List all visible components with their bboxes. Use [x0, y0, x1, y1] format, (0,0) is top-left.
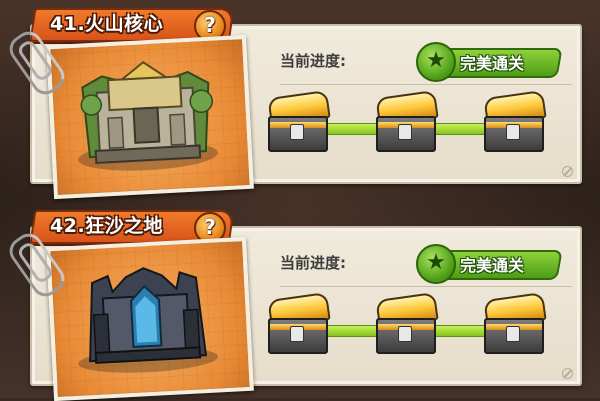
star-icon: ★	[416, 42, 456, 82]
badge-text: 完美通关	[460, 256, 525, 275]
level-card-42[interactable]: 42.狂沙之地 ? 当前进度: ★ 完美通关	[4, 210, 582, 401]
no-entry-icon	[562, 368, 573, 379]
reward-chest-1[interactable]	[266, 291, 331, 354]
star-icon: ★	[416, 244, 456, 284]
dark-fortress-icon	[78, 267, 219, 373]
reward-chest-1[interactable]	[266, 89, 331, 152]
reward-chest-2[interactable]	[374, 89, 439, 152]
no-entry-icon	[562, 166, 573, 177]
jungle-temple-icon	[78, 61, 218, 171]
divider	[280, 286, 572, 287]
progress-label: 当前进度:	[280, 254, 346, 272]
divider	[280, 84, 572, 85]
perfect-clear-badge: ★ 完美通关	[416, 42, 563, 82]
level-title: 41.火山核心	[50, 13, 164, 35]
level-title: 42.狂沙之地	[50, 215, 164, 237]
reward-chest-2[interactable]	[374, 291, 439, 354]
level-thumbnail[interactable]	[46, 236, 254, 401]
progress-label: 当前进度:	[280, 52, 346, 70]
badge-text: 完美通关	[460, 54, 525, 73]
reward-chest-3[interactable]	[482, 89, 547, 152]
level-thumbnail[interactable]	[46, 34, 254, 200]
level-card-41[interactable]: 41.火山核心 ? 当前进度: ★ 完美通关	[4, 8, 582, 200]
perfect-clear-badge: ★ 完美通关	[416, 244, 563, 284]
reward-chest-3[interactable]	[482, 291, 547, 354]
